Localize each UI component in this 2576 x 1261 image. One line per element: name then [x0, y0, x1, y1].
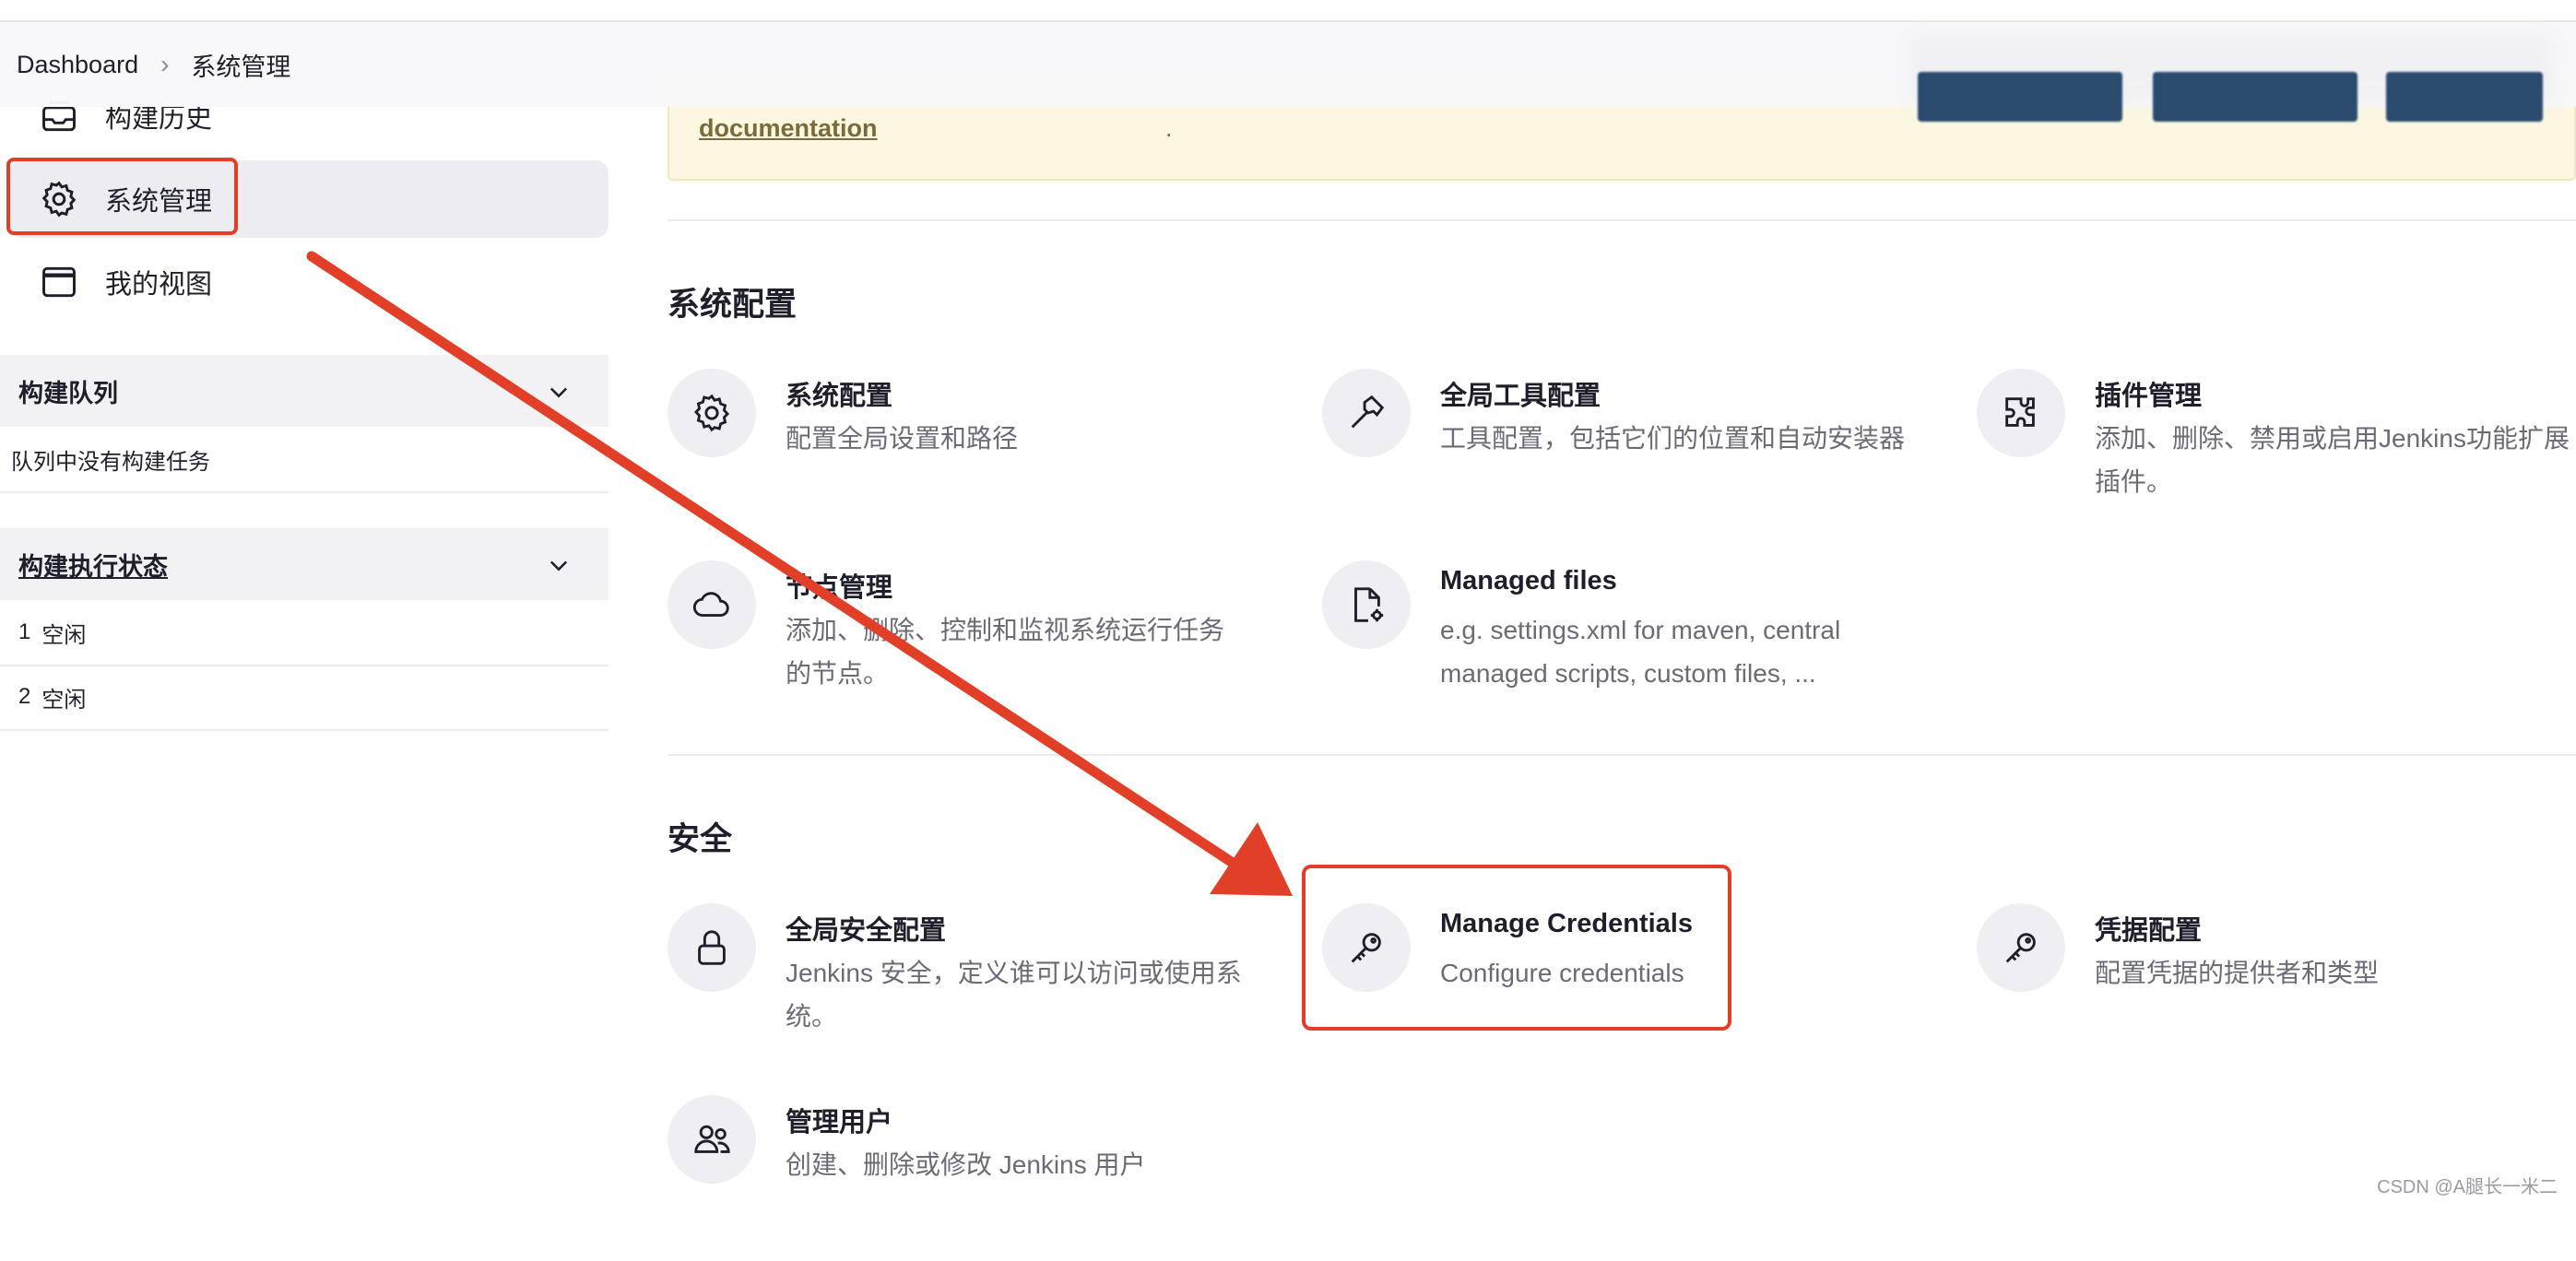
- window-icon: [42, 266, 76, 298]
- card-global-security[interactable]: 全局安全配置 Jenkins 安全，定义谁可以访问或使用系统。: [668, 903, 1294, 1069]
- breadcrumb-separator: ›: [160, 50, 170, 78]
- users-icon: [668, 1095, 756, 1184]
- card-description: 配置全局设置和路径: [786, 424, 1019, 453]
- executor-row: 2 空闲: [0, 665, 609, 731]
- cloud-icon: [668, 560, 756, 649]
- divider: [668, 754, 2576, 756]
- card-manage-users[interactable]: 管理用户 创建、删除或修改 Jenkins 用户: [668, 1095, 1294, 1261]
- blurred-action-button-1[interactable]: [1918, 72, 2122, 122]
- card-credential-config[interactable]: 凭据配置 配置凭据的提供者和类型: [1977, 903, 2576, 1069]
- executors-title[interactable]: 构建执行状态: [18, 547, 168, 583]
- card-description: 工具配置，包括它们的位置和自动安装器: [1440, 424, 1906, 453]
- gear-icon: [668, 369, 756, 457]
- card-description: 配置凭据的提供者和类型: [2095, 959, 2380, 987]
- card-title: 全局工具配置: [1440, 382, 1601, 411]
- card-title: 全局安全配置: [786, 916, 947, 946]
- watermark: CSDN @A腿长一米二: [2377, 1177, 2558, 1197]
- highlight-box-sidebar: [6, 158, 238, 235]
- chevron-down-icon[interactable]: [546, 379, 572, 405]
- key-icon: [1977, 903, 2065, 992]
- card-title: 系统配置: [786, 382, 893, 411]
- card-description: 添加、删除、控制和监视系统运行任务的节点。: [786, 616, 1225, 688]
- documentation-link[interactable]: documentation: [699, 114, 878, 143]
- card-global-tool-config[interactable]: 全局工具配置 工具配置，包括它们的位置和自动安装器: [1322, 369, 1949, 535]
- card-title: 节点管理: [786, 573, 893, 603]
- blurred-action-button-3[interactable]: [2386, 72, 2543, 122]
- hammer-icon: [1322, 369, 1411, 457]
- lock-icon: [668, 903, 756, 992]
- chevron-down-icon[interactable]: [546, 552, 572, 578]
- section-title-system-config: 系统配置: [668, 287, 798, 323]
- card-title: 凭据配置: [2095, 916, 2203, 946]
- notice-suffix: .: [1165, 114, 1173, 142]
- blurred-action-button-2[interactable]: [2153, 72, 2357, 122]
- build-queue-title: 构建队列: [18, 379, 118, 407]
- card-managed-files[interactable]: Managed files e.g. settings.xml for mave…: [1322, 560, 1949, 726]
- section-title-security: 安全: [668, 821, 733, 857]
- puzzle-icon: [1977, 369, 2065, 457]
- card-description: e.g. settings.xml for maven, central man…: [1440, 616, 1841, 688]
- card-description: 创建、删除或修改 Jenkins 用户: [786, 1150, 1146, 1179]
- card-system-config[interactable]: 系统配置 配置全局设置和路径: [668, 369, 1294, 535]
- card-description: 添加、删除、禁用或启用Jenkins功能扩展插件。: [2095, 424, 2570, 496]
- breadcrumb-dashboard[interactable]: Dashboard: [17, 51, 138, 79]
- card-title: Managed files: [1440, 566, 1617, 595]
- build-queue-empty: 队列中没有构建任务: [0, 427, 609, 493]
- sidebar-item-my-views[interactable]: 我的视图: [0, 243, 609, 321]
- divider: [668, 219, 2576, 221]
- executors-header[interactable]: 构建执行状态: [0, 528, 609, 600]
- card-description: Jenkins 安全，定义谁可以访问或使用系统。: [786, 959, 1242, 1031]
- card-node-manager[interactable]: 节点管理 添加、删除、控制和监视系统运行任务的节点。: [668, 560, 1294, 726]
- file-gear-icon: [1322, 560, 1411, 649]
- breadcrumb-current[interactable]: 系统管理: [191, 47, 290, 83]
- top-header-strip: [0, 0, 2576, 22]
- executor-row: 1 空闲: [0, 600, 609, 666]
- card-plugin-manager[interactable]: 插件管理 添加、删除、禁用或启用Jenkins功能扩展插件。: [1977, 369, 2576, 535]
- build-queue-header[interactable]: 构建队列: [0, 355, 609, 427]
- sidebar-item-label: 我的视图: [105, 270, 213, 300]
- highlight-box-credentials: [1302, 865, 1731, 1031]
- card-title: 插件管理: [2095, 382, 2203, 411]
- card-title: 管理用户: [786, 1108, 893, 1137]
